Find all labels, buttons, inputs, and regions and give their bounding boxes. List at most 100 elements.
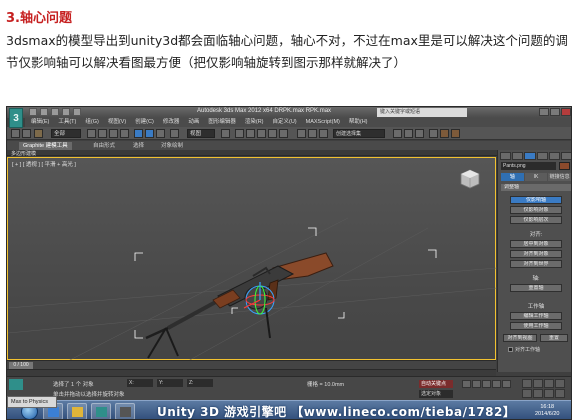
orbit-icon[interactable] [544,389,554,398]
max-to-physics-panel[interactable]: Max to Physics [7,396,57,408]
create-tab-icon[interactable] [500,152,512,160]
menu-item[interactable]: 视图(V) [108,118,126,127]
redo-toolbar-icon[interactable] [22,129,31,138]
use-working-pivot-button[interactable]: 使用工作轴 [510,322,562,330]
scale-icon[interactable] [156,129,165,138]
render-setup-icon[interactable] [429,129,438,138]
taskbar-clock[interactable]: 16:18 2014/6/20 [535,404,559,418]
align-to-object-button[interactable]: 对齐到对象 [510,250,562,258]
menu-item[interactable]: 工具(T) [58,118,76,127]
select-object-icon[interactable] [87,129,96,138]
link-info-subtab[interactable]: 链接信息 [548,173,571,181]
trackbar[interactable] [7,369,496,376]
play-icon[interactable] [482,380,491,388]
mirror-icon[interactable] [235,129,244,138]
search-input[interactable]: 键入关键字或短语 [377,108,467,117]
tab-graphite[interactable]: Graphite 建模工具 [19,142,72,150]
affect-pivot-only-button[interactable]: 仅影响轴 [510,196,562,204]
align-to-world-button[interactable]: 对齐到世界 [510,260,562,268]
reset-button[interactable]: 重置 [540,334,568,342]
rectangle-select-icon[interactable] [109,129,118,138]
display-tab-icon[interactable] [548,152,560,160]
pivot-subtab[interactable]: 轴 [501,173,524,181]
menu-item[interactable]: 创建(C) [135,118,154,127]
taskbar-app[interactable] [115,403,135,419]
reference-coordinate-dropdown[interactable]: 视图 [187,129,215,138]
adjust-pivot-rollout[interactable]: 调整轴 [501,184,571,191]
next-frame-icon[interactable] [492,380,501,388]
spinner-snap-icon[interactable] [279,129,288,138]
menu-item[interactable]: MAXScript(M) [306,118,340,127]
snap-icon[interactable] [246,129,255,138]
maxscript-listener-icon[interactable] [9,379,23,390]
object-color-swatch[interactable] [559,162,570,170]
motion-tab-icon[interactable] [536,152,548,160]
undo-toolbar-icon[interactable] [11,129,20,138]
taskbar-app[interactable] [67,403,87,419]
align-to-view-button[interactable]: 对齐到视图 [503,334,537,342]
align-working-pivot-checkbox[interactable]: 对齐工作轴 [508,346,540,353]
viewcube-icon[interactable] [459,168,481,190]
save-file-icon[interactable] [51,108,59,116]
go-to-start-icon[interactable] [462,380,471,388]
redo-icon[interactable] [73,108,81,116]
zoom-extents-all-icon[interactable] [555,379,565,388]
align-icon[interactable] [319,129,328,138]
menu-item[interactable]: 编辑(E) [31,118,49,127]
tab-freeform[interactable]: 自由形式 [89,142,119,150]
edit-working-pivot-button[interactable]: 编辑工作轴 [510,312,562,320]
go-to-end-icon[interactable] [502,380,511,388]
utilities-tab-icon[interactable] [560,152,571,160]
layer-manager-icon[interactable] [308,129,317,138]
viewport-label[interactable]: [ + ] [ 透视 ] [ 平滑 + 高光 ] [12,160,76,168]
open-file-icon[interactable] [40,108,48,116]
menu-item[interactable]: 动画 [188,118,199,127]
time-slider-track[interactable]: 0 / 100 [7,360,496,369]
time-slider[interactable]: 0 / 100 [9,362,33,369]
auto-key-button[interactable]: 自动关键点 [419,380,453,388]
schematic-view-icon[interactable] [404,129,413,138]
menu-item[interactable]: 自定义(U) [273,118,297,127]
reference-coord-icon[interactable] [170,129,179,138]
curve-editor-icon[interactable] [393,129,402,138]
render-frame-icon[interactable] [440,129,449,138]
render-production-icon[interactable] [451,129,460,138]
object-name-field[interactable]: Pants.png [501,162,556,170]
ik-subtab[interactable]: IK [524,173,548,181]
pan-icon[interactable] [533,389,543,398]
minimize-button[interactable] [539,108,549,116]
prev-frame-icon[interactable] [472,380,481,388]
center-to-object-button[interactable]: 居中到对象 [510,240,562,248]
zoom-all-icon[interactable] [533,379,543,388]
app-logo-button[interactable]: 3 [9,108,23,128]
maximize-button[interactable] [550,108,560,116]
z-field[interactable]: Z: [187,379,213,387]
key-filter-dropdown[interactable]: 选定对象 [419,390,453,398]
menu-item[interactable]: 渲染(R) [245,118,264,127]
menu-item[interactable]: 图形编辑器 [208,118,236,127]
close-button[interactable] [561,108,571,116]
tab-object-paint[interactable]: 对象绘制 [157,142,187,150]
percent-snap-icon[interactable] [268,129,277,138]
window-crossing-icon[interactable] [120,129,129,138]
menu-item[interactable]: 修改器 [163,118,180,127]
checkbox-box[interactable] [508,347,513,353]
material-editor-icon[interactable] [415,129,424,138]
rotate-icon[interactable] [145,129,154,138]
field-of-view-icon[interactable] [522,389,532,398]
select-by-name-icon[interactable] [98,129,107,138]
move-icon[interactable] [134,129,143,138]
affect-object-only-button[interactable]: 仅影响对象 [510,206,562,214]
new-file-icon[interactable] [29,108,37,116]
maximize-viewport-icon[interactable] [555,389,565,398]
affect-hierarchy-only-button[interactable]: 仅影响层次 [510,216,562,224]
perspective-viewport[interactable]: [ + ] [ 透视 ] [ 平滑 + 高光 ] [7,157,497,361]
taskbar-app[interactable] [91,403,111,419]
selection-filter-dropdown[interactable]: 全部 [51,129,81,138]
y-field[interactable]: Y: [157,379,183,387]
zoom-extents-icon[interactable] [544,379,554,388]
hierarchy-tab-icon[interactable] [524,152,536,160]
link-icon[interactable] [34,129,43,138]
menu-item[interactable]: 帮助(H) [349,118,368,127]
menu-item[interactable]: 组(G) [85,118,98,127]
